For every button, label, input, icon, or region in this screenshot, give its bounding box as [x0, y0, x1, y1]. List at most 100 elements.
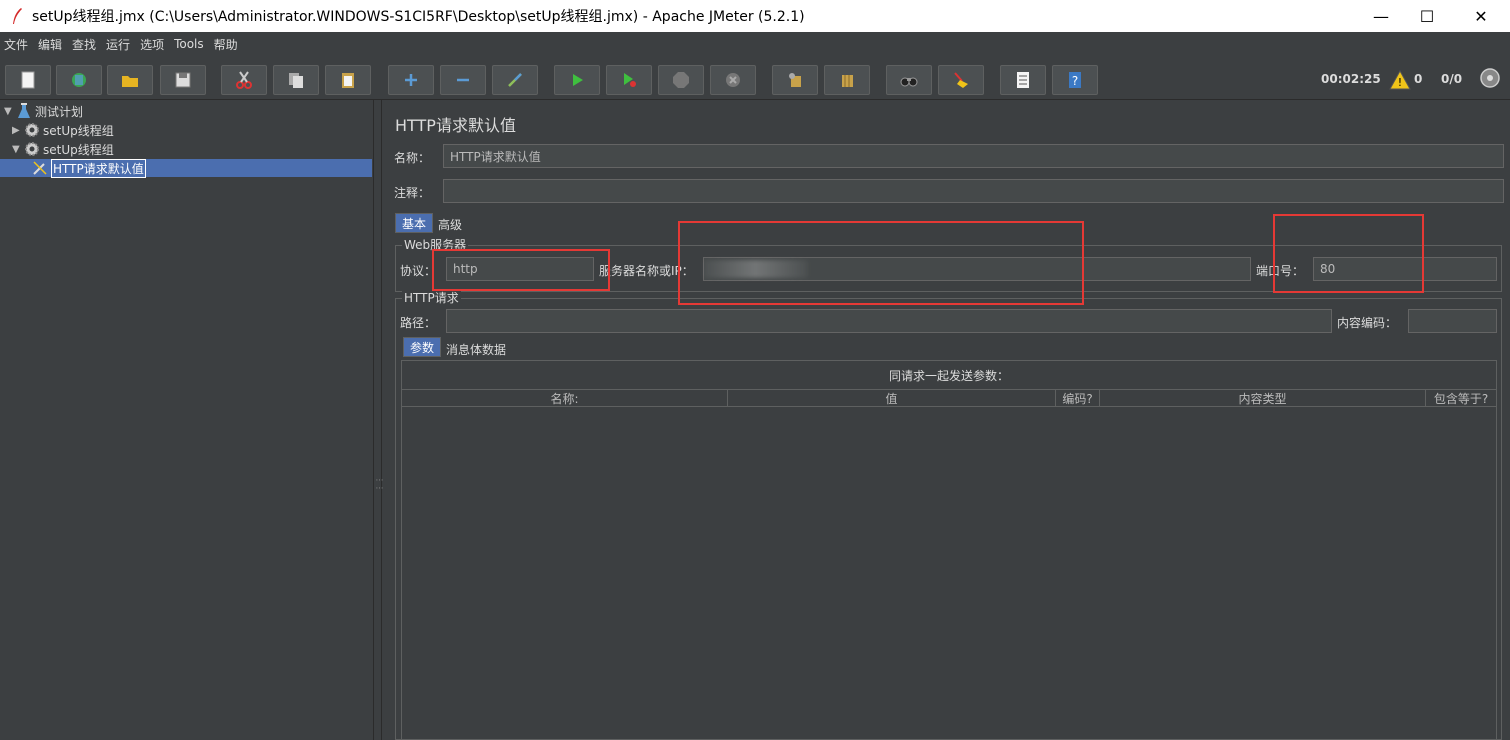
tree-item-label: setUp线程组: [43, 142, 114, 157]
column-encode[interactable]: 编码?: [1056, 390, 1100, 406]
port-label: 端口号：: [1256, 264, 1305, 278]
tree-item-label: setUp线程组: [43, 123, 114, 138]
column-name[interactable]: 名称:: [402, 390, 728, 406]
scissors-icon: [236, 71, 252, 89]
split-pane-divider[interactable]: ⋮⋮: [374, 100, 384, 740]
close-button[interactable]: ✕: [1458, 0, 1504, 32]
comment-field[interactable]: [443, 179, 1504, 203]
comment-label: 注释：: [394, 186, 431, 200]
svg-text:!: !: [1398, 76, 1402, 89]
clear-button[interactable]: [772, 65, 818, 95]
remote-status-icon: [1479, 67, 1501, 92]
stop-icon: [673, 72, 689, 88]
svg-text:?: ?: [1072, 74, 1078, 88]
tab-advanced[interactable]: 高级: [432, 214, 468, 234]
new-button[interactable]: [5, 65, 51, 95]
open-button[interactable]: [107, 65, 153, 95]
new-file-icon: [21, 71, 35, 89]
content-encoding-label: 内容编码：: [1337, 316, 1398, 330]
maximize-button[interactable]: ☐: [1404, 0, 1450, 32]
protocol-label: 协议：: [400, 264, 437, 278]
elapsed-timer: 00:02:25: [1321, 72, 1381, 86]
path-field[interactable]: [446, 309, 1332, 333]
port-field[interactable]: 80: [1313, 257, 1497, 281]
broom-all-icon: [842, 75, 853, 87]
expand-all-button[interactable]: [388, 65, 434, 95]
start-no-timers-button[interactable]: [606, 65, 652, 95]
menu-help[interactable]: 帮助: [214, 36, 238, 53]
tree-item-label: 测试计划: [35, 104, 84, 119]
menu-run[interactable]: 运行: [106, 36, 130, 53]
reset-search-button[interactable]: [938, 65, 984, 95]
server-name-label: 服务器名称或IP：: [599, 264, 694, 278]
search-button[interactable]: [886, 65, 932, 95]
minus-icon: [457, 78, 469, 82]
tab-parameters[interactable]: 参数: [403, 337, 442, 357]
minimize-button[interactable]: —: [1358, 0, 1404, 32]
clear-all-button[interactable]: [824, 65, 870, 95]
gear-icon: [24, 141, 40, 157]
path-label: 路径：: [400, 316, 437, 330]
paste-icon: [342, 73, 354, 88]
paste-button[interactable]: [325, 65, 371, 95]
web-server-group-title: Web服务器: [402, 236, 469, 253]
tree-item-http-defaults[interactable]: HTTP请求默认值: [0, 158, 372, 178]
expand-arrow-icon[interactable]: ▼: [4, 106, 16, 117]
play-icon: [573, 74, 583, 86]
save-button[interactable]: [160, 65, 206, 95]
toggle-button[interactable]: [492, 65, 538, 95]
warning-count: 0: [1414, 72, 1423, 86]
save-icon: [175, 72, 191, 88]
copy-button[interactable]: [273, 65, 319, 95]
tab-body-data[interactable]: 消息体数据: [440, 339, 512, 359]
gear-icon: [24, 122, 40, 138]
binoculars-icon: [900, 77, 918, 87]
start-button[interactable]: [554, 65, 600, 95]
parameters-table[interactable]: 同请求一起发送参数： 名称: 值 编码? 内容类型 包含等于?: [401, 360, 1497, 740]
open-folder-icon: [122, 76, 138, 87]
toggle-wand-icon: [508, 73, 522, 87]
shutdown-button[interactable]: [710, 65, 756, 95]
thread-count: 0/0: [1441, 72, 1463, 86]
cut-button[interactable]: [221, 65, 267, 95]
function-helper-button[interactable]: [1000, 65, 1046, 95]
menu-options[interactable]: 选项: [140, 36, 164, 53]
plus-icon: [405, 74, 417, 86]
title-bar: setUp线程组.jmx (C:\Users\Administrator.WIN…: [0, 0, 1510, 32]
broom-icon: [954, 72, 968, 88]
menu-search[interactable]: 查找: [72, 36, 96, 53]
warning-icon[interactable]: !: [1389, 69, 1411, 93]
shutdown-icon: [726, 73, 740, 87]
column-include-equals[interactable]: 包含等于?: [1426, 390, 1496, 406]
parameters-caption: 同请求一起发送参数：: [888, 369, 1009, 383]
flask-icon: [16, 103, 32, 119]
panel-title: HTTP请求默认值: [395, 116, 516, 135]
tab-basic[interactable]: 基本: [395, 213, 434, 233]
collapse-all-button[interactable]: [440, 65, 486, 95]
column-value[interactable]: 值: [728, 390, 1056, 406]
stop-button[interactable]: [658, 65, 704, 95]
menu-file[interactable]: 文件: [4, 36, 28, 53]
content-encoding-field[interactable]: [1408, 309, 1497, 333]
table-header: 名称: 值 编码? 内容类型 包含等于?: [402, 389, 1496, 407]
protocol-field[interactable]: http: [446, 257, 594, 281]
wrench-icon: [32, 160, 48, 176]
copy-icon: [289, 73, 303, 88]
help-book-icon: ?: [1069, 72, 1081, 88]
templates-button[interactable]: [56, 65, 102, 95]
name-label: 名称：: [394, 151, 431, 165]
tree-item-test-plan[interactable]: ▼ 测试计划: [4, 102, 83, 120]
menu-edit[interactable]: 编辑: [38, 36, 62, 53]
column-content-type[interactable]: 内容类型: [1100, 390, 1426, 406]
menu-tools[interactable]: Tools: [174, 37, 204, 51]
expand-arrow-icon[interactable]: ▼: [12, 144, 24, 155]
help-button[interactable]: ?: [1052, 65, 1098, 95]
name-field[interactable]: HTTP请求默认值: [443, 144, 1504, 168]
http-defaults-panel: HTTP请求默认值 名称： HTTP请求默认值 注释： 基本 高级 Web服务器…: [383, 100, 1510, 740]
collapsed-arrow-icon[interactable]: ▶: [12, 125, 24, 136]
test-plan-tree: ▼ 测试计划 ▶ setUp线程组 ▼ setUp线程组 HTTP请求默认值: [0, 100, 374, 740]
redacted-blur: [703, 260, 808, 278]
tree-item-setup-thread-group-2[interactable]: ▼ setUp线程组: [12, 140, 114, 158]
jmeter-feather-icon: [6, 5, 28, 27]
tree-item-setup-thread-group-1[interactable]: ▶ setUp线程组: [12, 121, 114, 139]
